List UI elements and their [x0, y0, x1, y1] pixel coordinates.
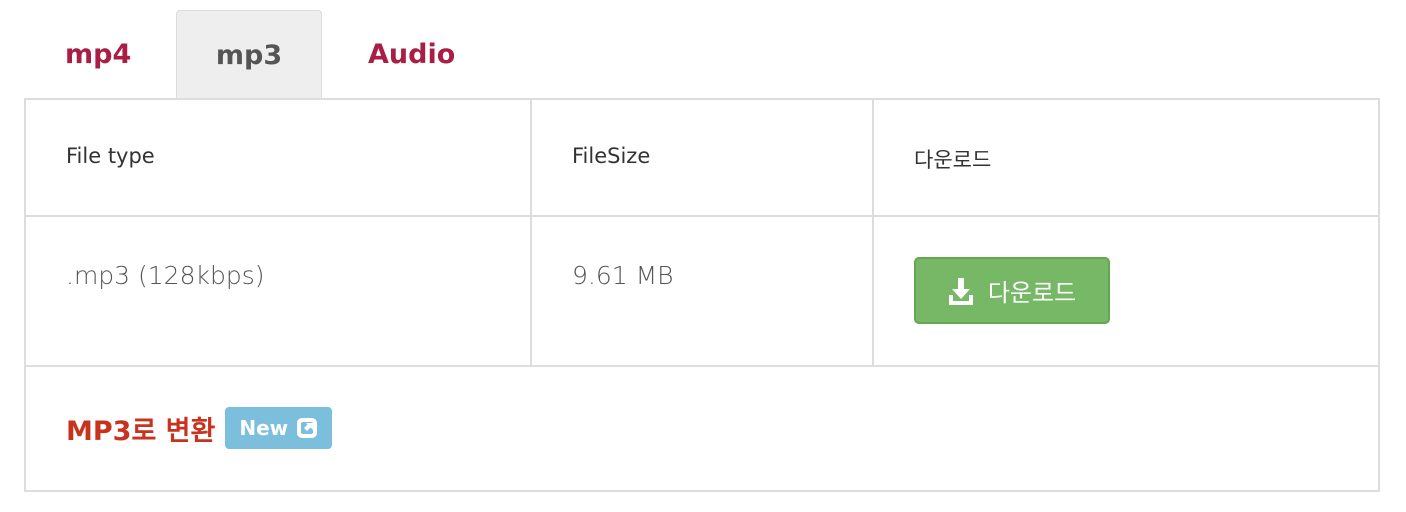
- table-row: .mp3 (128kbps) 9.61 MB 다운로드: [26, 217, 1378, 367]
- tab-mp3[interactable]: mp3: [176, 10, 322, 100]
- tab-audio[interactable]: Audio: [344, 10, 474, 99]
- download-button-label: 다운로드: [987, 279, 1077, 307]
- file-size-value: 9.61 MB: [572, 261, 674, 290]
- badge-text: New: [239, 416, 289, 440]
- format-tabs: mp4 mp3 Audio: [24, 10, 1380, 100]
- new-badge: New: [225, 407, 333, 449]
- table-header-row: File type FileSize 다운로드: [26, 100, 1378, 217]
- external-link-icon: [297, 418, 318, 438]
- file-type-value: .mp3 (128kbps): [66, 261, 265, 290]
- cell-download: 다운로드: [874, 217, 1380, 365]
- download-table: File type FileSize 다운로드 .mp3 (128kbps) 9…: [24, 98, 1380, 492]
- download-button[interactable]: 다운로드: [914, 257, 1110, 324]
- header-download: 다운로드: [914, 148, 992, 172]
- header-cell-file-size: FileSize: [532, 100, 874, 215]
- cell-file-size: 9.61 MB: [532, 217, 874, 365]
- table-footer-row: MP3로 변환 New: [26, 367, 1378, 492]
- convert-link-text: MP3로 변환: [66, 415, 216, 447]
- tab-mp4[interactable]: mp4: [44, 10, 154, 99]
- header-file-size: FileSize: [572, 144, 651, 168]
- header-file-type: File type: [66, 144, 155, 168]
- convert-to-mp3-link[interactable]: MP3로 변환 New: [66, 407, 333, 449]
- download-icon: [948, 277, 973, 305]
- cell-file-type: .mp3 (128kbps): [26, 217, 532, 365]
- header-cell-file-type: File type: [26, 100, 532, 215]
- header-cell-download: 다운로드: [874, 100, 1380, 215]
